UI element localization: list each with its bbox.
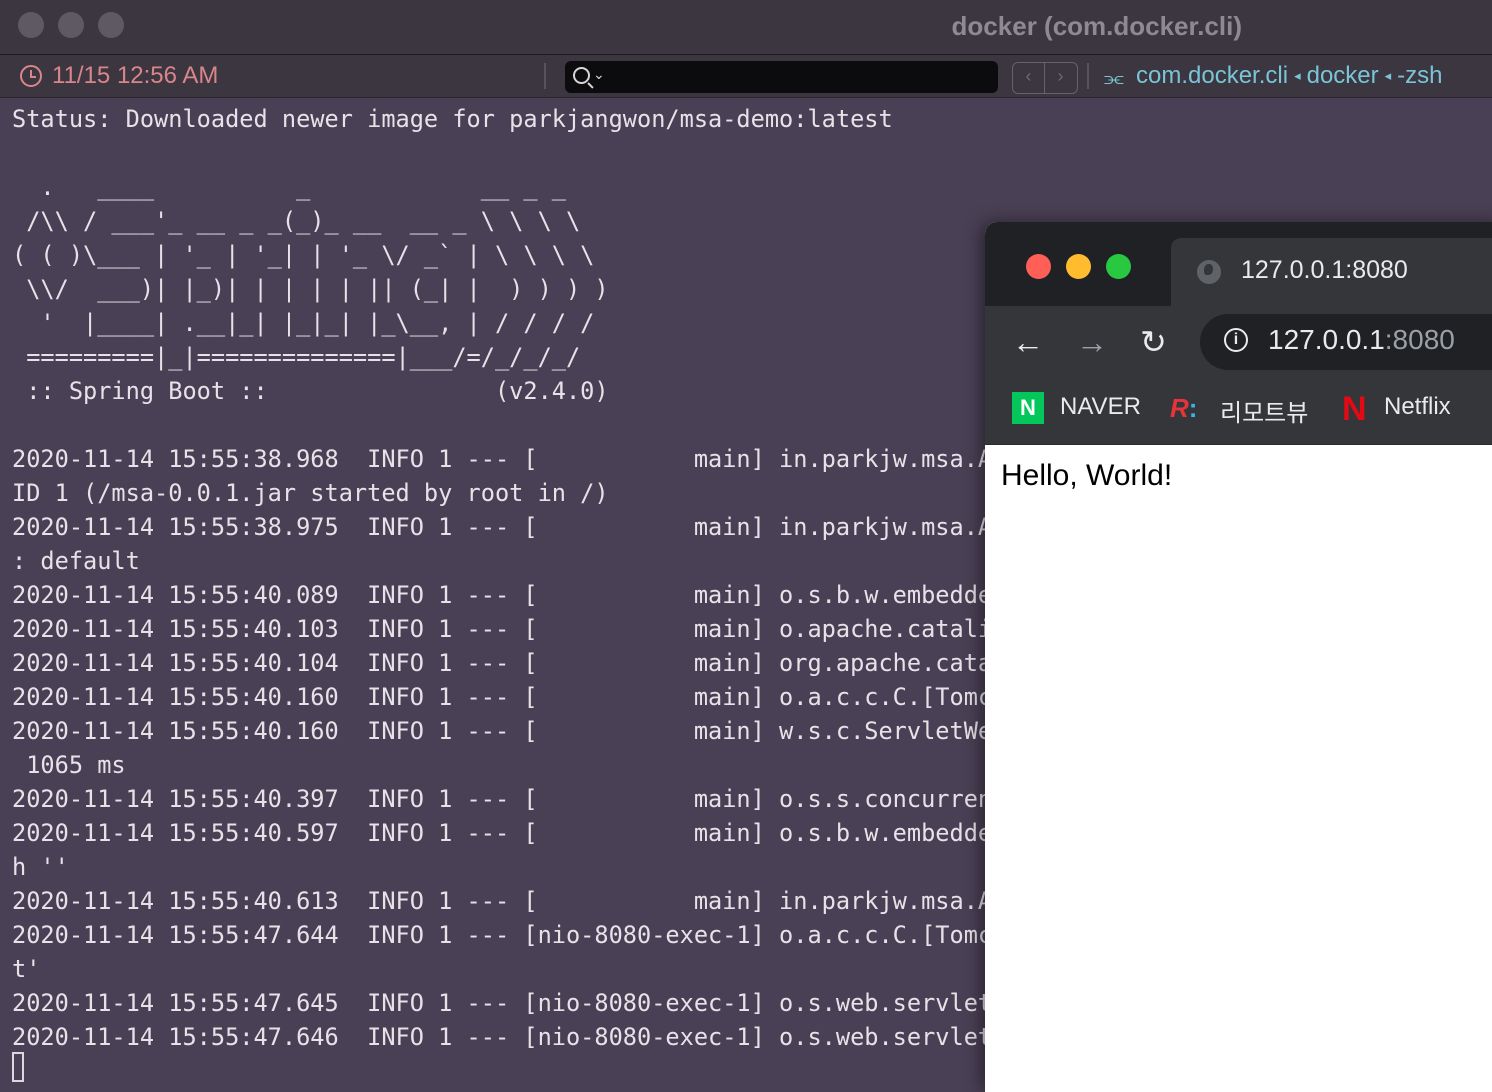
terminal-line: Status: Downloaded newer image for parkj… [12,105,893,133]
terminal-line: 2020-11-14 15:55:40.597 INFO 1 --- [ mai… [12,819,992,847]
tab-title: 127.0.0.1:8080 [1241,256,1408,284]
browser-close-button[interactable] [1026,254,1051,279]
terminal-line: 2020-11-14 15:55:40.160 INFO 1 --- [ mai… [12,683,992,711]
terminal-status-bar: 11/15 12:56 AM ⌄ ‹ › ⫘ com.docker.cli ◂ do… [0,55,1492,98]
terminal-cursor [12,1052,24,1082]
terminal-line: 2020-11-14 15:55:40.397 INFO 1 --- [ mai… [12,785,992,813]
browser-zoom-button[interactable] [1106,254,1131,279]
forward-arrow-icon[interactable]: → [1076,326,1108,358]
terminal-line: 2020-11-14 15:55:40.160 INFO 1 --- [ mai… [12,717,992,745]
terminal-line: t' [12,955,41,983]
browser-tab-strip: 127.0.0.1:8080 [985,222,1492,306]
page-text: Hello, World! [1001,459,1173,492]
page-content: Hello, World! [985,445,1492,1092]
search-icon [573,67,590,84]
url-host: 127.0.0.1 [1268,324,1385,355]
browser-window: 127.0.0.1:8080 ← → ↻ i 127.0.0.1:8080 N … [985,222,1492,1092]
terminal-line: 2020-11-14 15:55:40.613 INFO 1 --- [ mai… [12,887,992,915]
bookmark-label: 리모트뷰 [1220,400,1309,427]
back-arrow-icon[interactable]: ← [1012,326,1044,358]
bookmark-naver[interactable]: N NAVER [1012,390,1142,426]
process-breadcrumb: com.docker.cli ◂ docker ◂ -zsh [1136,62,1443,90]
bookmarks-bar: N NAVER R: 리모트뷰 N Netflix [985,378,1492,445]
terminal-line: /\\ / ___'_ __ _ _(_)_ __ __ _ \ \ \ \ [12,207,581,235]
terminal-line: 2020-11-14 15:55:47.646 INFO 1 --- [nio-… [12,1023,992,1051]
terminal-line: 2020-11-14 15:55:47.645 INFO 1 --- [nio-… [12,989,992,1017]
browser-toolbar: ← → ↻ i 127.0.0.1:8080 [985,306,1492,378]
search-input[interactable]: ⌄ [565,61,998,93]
clock-text: 11/15 12:56 AM [52,62,219,89]
globe-icon [1197,260,1221,284]
terminal-line: 2020-11-14 15:55:40.104 INFO 1 --- [ mai… [12,649,992,677]
url-port: :8080 [1384,324,1455,355]
bookmark-label: Netflix [1384,393,1451,420]
browser-minimize-button[interactable] [1066,254,1091,279]
terminal-line: 2020-11-14 15:55:40.103 INFO 1 --- [ mai… [12,615,992,643]
breadcrumb-separator-icon: ◂ [1384,68,1392,83]
netflix-icon: N [1342,390,1367,428]
terminal-line: =========|_|==============|___/=/_/_/_/ [12,343,581,371]
breadcrumb-separator-icon: ◂ [1294,68,1301,83]
terminal-output[interactable]: Status: Downloaded newer image for parkj… [12,102,992,1084]
terminal-line: \\/ ___)| |_)| | | | | || (_| | ) ) ) ) [12,275,609,303]
terminal-line: : default [12,547,140,575]
toolbar-divider [1087,63,1089,89]
bookmark-remoteview[interactable]: R: 리모트뷰 [1170,390,1310,427]
previous-button[interactable]: ‹ [1013,66,1044,87]
next-button[interactable]: › [1045,66,1076,87]
terminal-line: ( ( )\___ | '_ | '_| | '_ \/ _` | \ \ \ … [12,241,595,269]
terminal-titlebar: docker (com.docker.cli) [0,0,1492,55]
breadcrumb-item[interactable]: docker [1307,62,1379,89]
terminal-line: 2020-11-14 15:55:38.975 INFO 1 --- [ mai… [12,513,992,541]
bookmark-netflix[interactable]: N Netflix [1342,390,1472,428]
prev-next-control: ‹ › [1012,62,1078,94]
remoteview-icon: R: [1170,393,1198,423]
terminal-line: ID 1 (/msa-0.0.1.jar started by root in … [12,479,609,507]
terminal-line: :: Spring Boot :: (v2.4.0) [12,377,609,405]
breadcrumb-item[interactable]: com.docker.cli [1136,62,1288,89]
browser-tab[interactable]: 127.0.0.1:8080 [1171,238,1492,306]
toolbar-divider [544,63,546,89]
terminal-line: 2020-11-14 15:55:38.968 INFO 1 --- [ mai… [12,445,992,473]
terminal-line: 2020-11-14 15:55:47.644 INFO 1 --- [nio-… [12,921,992,949]
process-tree-icon: ⫘ [1104,65,1124,90]
window-title: docker (com.docker.cli) [951,11,1242,41]
terminal-line: 2020-11-14 15:55:40.089 INFO 1 --- [ mai… [12,581,992,609]
address-bar[interactable]: i 127.0.0.1:8080 [1200,314,1492,370]
terminal-line: h '' [12,853,69,881]
terminal-line: . ____ _ __ _ _ [12,173,566,201]
address-url: 127.0.0.1:8080 [1268,324,1455,356]
reload-icon[interactable]: ↻ [1140,326,1167,358]
naver-icon: N [1012,392,1044,424]
chevron-down-icon: ⌄ [593,66,605,82]
bookmark-label: NAVER [1060,393,1141,420]
info-icon[interactable]: i [1224,328,1248,352]
terminal-line: 1065 ms [12,751,126,779]
breadcrumb-item[interactable]: -zsh [1397,62,1442,89]
clock-icon [20,65,42,87]
terminal-line: ' |____| .__|_| |_|_| |_\__, | / / / / [12,309,595,337]
